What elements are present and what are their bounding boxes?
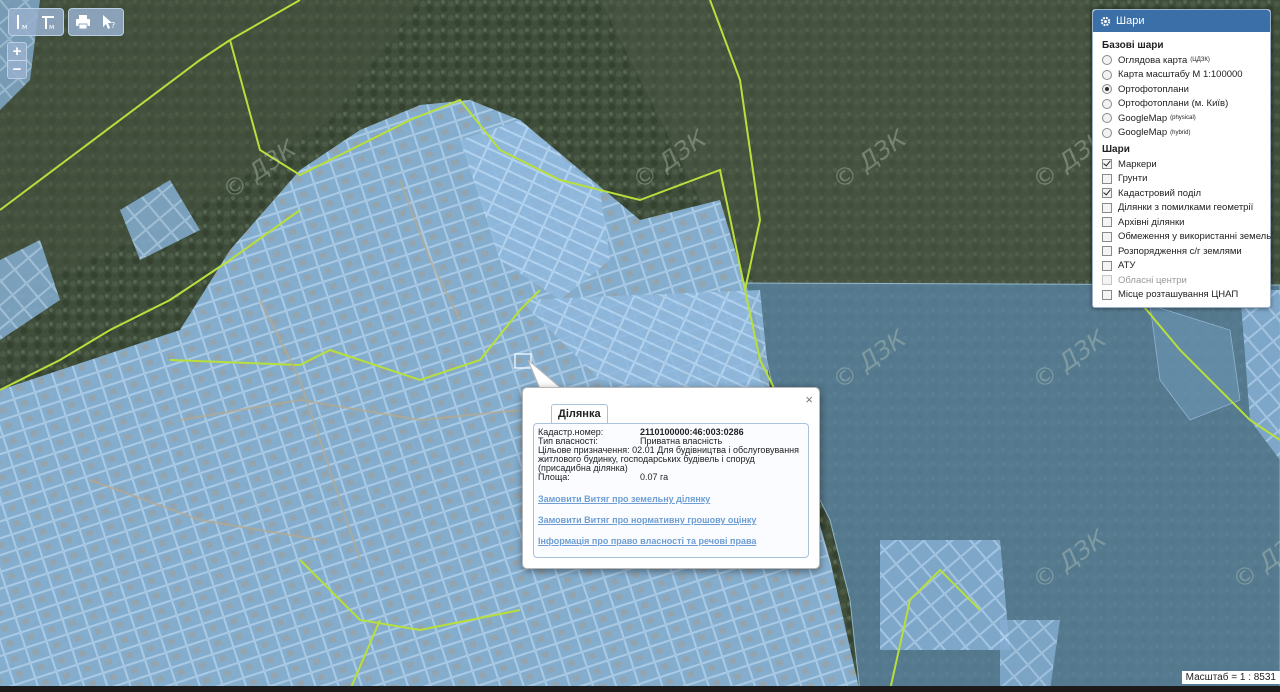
layers-panel-title: Шари (1116, 15, 1145, 27)
base-layer-option[interactable]: GoogleMap (hybrid) (1102, 126, 1262, 141)
measure-area-icon[interactable]: м (36, 10, 62, 34)
base-layer-label: Оглядова карта (1118, 54, 1188, 66)
base-layer-label: Карта масштабу М 1:100000 (1118, 69, 1243, 81)
overlay-layer-option[interactable]: АТУ (1102, 259, 1262, 274)
overlay-layer-label: Маркери (1118, 158, 1157, 170)
measure-length-icon[interactable]: м (10, 10, 36, 34)
overlay-layer-label: Кадастровий поділ (1118, 187, 1202, 199)
gear-icon (1100, 16, 1111, 26)
order-valuation-extract-link[interactable]: Замовити Витяг про нормативну грошову оц… (538, 515, 756, 525)
overlay-layer-label: АТУ (1118, 260, 1136, 272)
overlay-layer-option[interactable]: Місце розташування ЦНАП (1102, 288, 1262, 303)
overlay-layer-label: Грунти (1118, 173, 1148, 185)
base-layer-option[interactable]: Оглядова карта (ЦДЗК) (1102, 53, 1262, 68)
overlay-layers-list: Маркери Грунти Кадастровий поділ Ділянки з … (1102, 157, 1271, 303)
parcel-links: Замовити Витяг про земельну ділянку Замо… (538, 494, 756, 557)
parcel-popup: × Ділянка Кадастр.номер: 2110100000:46:00… (522, 387, 820, 569)
base-layer-option[interactable]: Ортофотоплани (м. Київ) (1102, 97, 1262, 112)
map-toolbar: м м ? (8, 8, 124, 36)
ownership-info-link[interactable]: Інформація про право власності та речові… (538, 536, 756, 546)
checkbox[interactable] (1102, 231, 1112, 242)
base-layer-source: (ЦДЗК) (1190, 57, 1210, 64)
base-layer-option[interactable]: Карта масштабу М 1:100000 (1102, 68, 1262, 83)
base-layer-label: GoogleMap (1118, 112, 1168, 124)
overlay-layer-label: Обмеження у використанні земель (1118, 231, 1272, 243)
close-icon[interactable]: × (805, 392, 813, 407)
base-layer-label: GoogleMap (1118, 127, 1168, 139)
checkbox[interactable] (1102, 202, 1112, 213)
base-layers-list: Оглядова карта (ЦДЗК) Карта масштабу М 1:1… (1102, 53, 1262, 140)
area-value: 0.07 га (640, 472, 669, 482)
overlay-layer-label: Розпорядження с/г землями (1118, 245, 1242, 257)
identify-icon[interactable]: ? (96, 10, 122, 34)
checkbox[interactable] (1102, 188, 1112, 199)
radio-button[interactable] (1102, 127, 1112, 138)
checkbox[interactable] (1102, 159, 1112, 170)
area-label: Площа: (538, 472, 570, 482)
checkbox[interactable] (1102, 260, 1112, 271)
base-layer-label: Ортофотоплани (1118, 83, 1189, 95)
checkbox[interactable] (1102, 173, 1112, 184)
overlay-layer-label: Місце розташування ЦНАП (1118, 289, 1239, 301)
overlay-layer-option: Обласні центри (1102, 273, 1262, 288)
parcel-info-box: Кадастр.номер: 2110100000:46:003:0286 Тип… (533, 423, 809, 558)
overlay-layer-option[interactable]: Маркери (1102, 157, 1262, 172)
svg-text:?: ? (111, 21, 115, 30)
map-canvas[interactable]: © ДЗК © ДЗК © ДЗК © ДЗК © ДЗК © ДЗК © ДЗ… (0, 0, 1280, 692)
checkbox[interactable] (1102, 289, 1112, 300)
base-layer-option[interactable]: Ортофотоплани (1102, 82, 1262, 97)
parcel-info: Кадастр.номер: 2110100000:46:003:0286 Тип… (538, 428, 800, 482)
base-layer-source: (hybrid) (1170, 129, 1191, 136)
overlay-layer-label: Архівні ділянки (1118, 216, 1185, 228)
scale-indicator: Масштаб = 1 : 8531 (1181, 671, 1280, 684)
order-parcel-extract-link[interactable]: Замовити Витяг про земельну ділянку (538, 494, 756, 504)
layers-panel-header[interactable]: Шари (1093, 10, 1270, 32)
print-icon[interactable] (70, 10, 96, 34)
radio-button[interactable] (1102, 55, 1112, 66)
overlay-layer-option[interactable]: Грунти (1102, 172, 1262, 187)
svg-text:м: м (22, 23, 27, 31)
overlay-layer-option[interactable]: Архівні ділянки (1102, 215, 1262, 230)
base-layer-label: Ортофотоплани (м. Київ) (1118, 98, 1229, 110)
overlay-layer-label: Ділянки з помилками геометрії (1118, 202, 1254, 214)
checkbox[interactable] (1102, 217, 1112, 228)
zoom-in-button[interactable]: + (8, 43, 26, 60)
base-layers-title: Базові шари (1102, 40, 1164, 51)
checkbox (1102, 275, 1112, 286)
overlay-layer-option[interactable]: Кадастровий поділ (1102, 186, 1262, 201)
checkbox[interactable] (1102, 246, 1112, 257)
zoom-control: + − (7, 42, 27, 79)
base-layer-option[interactable]: GoogleMap (physical) (1102, 111, 1262, 126)
overlay-layer-option[interactable]: Обмеження у використанні земель (1102, 230, 1271, 245)
tab-parcel[interactable]: Ділянка (551, 404, 608, 423)
zoom-out-button[interactable]: − (8, 60, 26, 78)
overlay-layers-title: Шари (1102, 144, 1130, 155)
radio-button[interactable] (1102, 98, 1112, 109)
misc-tools: ? (68, 8, 124, 36)
radio-button[interactable] (1102, 113, 1112, 124)
bottom-bar (0, 686, 1280, 692)
base-layer-source: (physical) (1170, 115, 1196, 122)
overlay-layer-label: Обласні центри (1118, 274, 1187, 286)
overlay-layer-option[interactable]: Ділянки з помилками геометрії (1102, 201, 1262, 216)
radio-button[interactable] (1102, 69, 1112, 80)
layers-panel: Шари Базові шари Оглядова карта (ЦДЗК) Кар… (1092, 9, 1271, 308)
svg-text:м: м (49, 23, 54, 31)
measure-tools: м м (8, 8, 64, 36)
overlay-layer-option[interactable]: Розпорядження с/г землями (1102, 244, 1262, 259)
radio-button[interactable] (1102, 84, 1112, 95)
